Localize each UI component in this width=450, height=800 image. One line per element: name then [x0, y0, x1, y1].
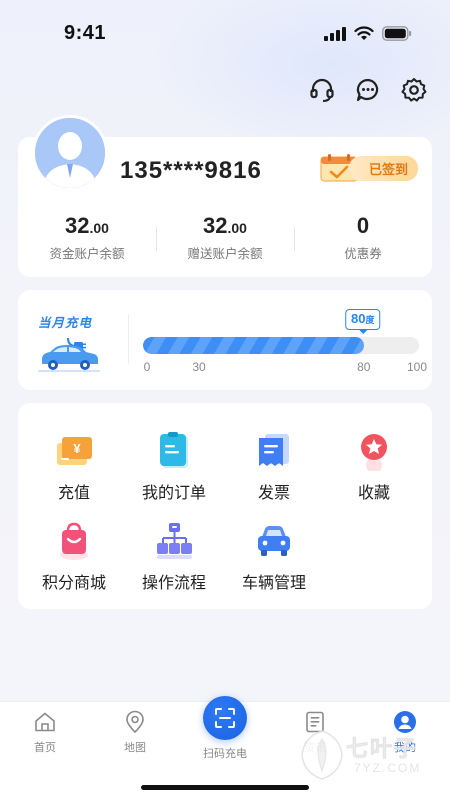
- gear-icon[interactable]: [400, 76, 428, 104]
- car-icon: [258, 526, 290, 556]
- avatar[interactable]: [32, 115, 108, 191]
- chat-icon[interactable]: [354, 76, 382, 104]
- status-bar: 9:41: [0, 0, 450, 64]
- coupons[interactable]: 0 优惠券: [294, 213, 432, 262]
- charge-progress-track: [143, 337, 419, 354]
- header-actions: [308, 76, 428, 104]
- charge-summary: 当月充电: [38, 312, 112, 379]
- menu-points-mall[interactable]: 积分商城: [24, 521, 124, 593]
- fund-balance[interactable]: 32.00 资金账户余额: [18, 213, 156, 262]
- charge-progress-fill: [143, 337, 364, 354]
- tick-label: 0: [143, 360, 151, 374]
- gift-balance-label: 赠送账户余额: [187, 247, 263, 261]
- menu-label: 积分商城: [41, 575, 106, 592]
- profile-card: 135****9816 已签到 32.00 资金账户余额 32.00 赠送账户余…: [18, 115, 432, 277]
- gift-balance-value: 32.00: [203, 213, 247, 238]
- headset-icon[interactable]: [308, 76, 336, 104]
- charge-title: 当月充电: [38, 316, 93, 330]
- user-silhouette-icon: [35, 118, 105, 188]
- shop-bag-icon: [60, 522, 88, 560]
- watermark-text: 七叶子: [346, 736, 419, 762]
- monthly-charge-card: 当月充电 80度 0 30 80 100: [18, 290, 432, 390]
- menu-recharge[interactable]: ¥ 充值: [24, 431, 124, 503]
- wifi-icon: [354, 26, 374, 40]
- coupons-value: 0: [356, 213, 370, 238]
- menu-label: 我的订单: [141, 485, 206, 502]
- order-icon: [160, 432, 188, 468]
- tab-map[interactable]: 地图: [95, 710, 175, 755]
- flow-icon: [157, 523, 192, 559]
- recharge-icon: ¥: [57, 437, 92, 465]
- menu-invoice[interactable]: 发票: [224, 431, 324, 503]
- scan-icon: [215, 708, 235, 728]
- battery-icon: [382, 26, 412, 41]
- menu-label: 发票: [257, 485, 290, 502]
- tab-label: 扫码充电: [203, 748, 247, 760]
- watermark-sub: 7YZ.COM: [354, 761, 422, 775]
- account-stats: 32.00 资金账户余额 32.00 赠送账户余额 0 优惠券: [18, 213, 432, 262]
- tick-label: 30: [192, 360, 206, 374]
- tick-label: 80: [357, 360, 371, 374]
- tab-label: 首页: [34, 742, 56, 754]
- tab-home[interactable]: 首页: [5, 710, 85, 755]
- fund-balance-label: 资金账户余额: [49, 247, 125, 261]
- scan-button[interactable]: [203, 696, 247, 740]
- svg-text:¥: ¥: [73, 441, 81, 456]
- fund-balance-value: 32.00: [65, 213, 109, 238]
- menu-operation-flow[interactable]: 操作流程: [124, 521, 224, 593]
- menu-favorites[interactable]: 收藏: [324, 431, 424, 503]
- invoice-icon: [259, 434, 289, 466]
- tab-scan-charge[interactable]: 扫码充电: [185, 696, 265, 761]
- home-indicator: [141, 785, 309, 790]
- watermark-leaf-icon: [301, 730, 343, 780]
- favorite-icon: [361, 434, 387, 471]
- menu-label: 充值: [57, 485, 90, 502]
- tab-label: 地图: [124, 742, 146, 754]
- menu-vehicle-management[interactable]: 车辆管理: [224, 521, 324, 593]
- menu-my-orders[interactable]: 我的订单: [124, 431, 224, 503]
- tick-label: 100: [406, 360, 428, 374]
- gift-balance[interactable]: 32.00 赠送账户余额: [156, 213, 294, 262]
- electric-car-icon: [38, 337, 100, 372]
- service-menu-card: ¥ 充值 我的订单 发票 收藏 积分商城 操作流程 车辆管理: [18, 403, 432, 609]
- home-icon: [35, 712, 55, 732]
- charge-value-badge: 80度: [345, 309, 381, 330]
- status-icons: [324, 26, 412, 41]
- menu-label: 操作流程: [141, 575, 206, 592]
- status-time: 9:41: [64, 22, 107, 44]
- menu-label: 收藏: [357, 485, 390, 502]
- coupons-label: 优惠券: [344, 247, 382, 261]
- user-phone: 135****9816: [120, 157, 262, 184]
- map-pin-icon: [126, 710, 144, 734]
- menu-label: 车辆管理: [241, 575, 306, 592]
- signin-label: 已签到: [348, 155, 418, 181]
- signin-status[interactable]: 已签到: [319, 153, 418, 183]
- charge-divider: [128, 314, 129, 364]
- watermark: 七叶子 7YZ.COM: [296, 727, 438, 783]
- signal-icon: [324, 26, 346, 41]
